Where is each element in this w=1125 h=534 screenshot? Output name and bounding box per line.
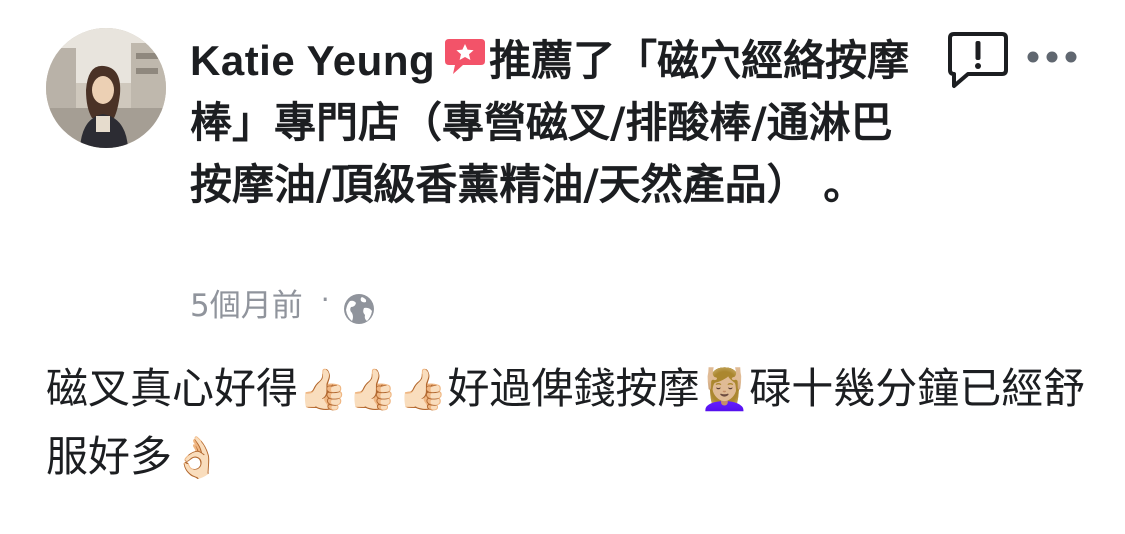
body-text-1: 磁叉真心好得: [46, 364, 299, 413]
review-post: Katie Yeung 推薦了「磁穴經絡按摩棒」專門店（專營磁叉/排酸棒/通淋巴…: [0, 0, 1125, 534]
avatar[interactable]: [46, 28, 166, 148]
post-header: Katie Yeung 推薦了「磁穴經絡按摩棒」專門店（專營磁叉/排酸棒/通淋巴…: [190, 30, 910, 216]
post-body: 磁叉真心好得👍🏻👍🏻👍🏻好過俾錢按摩💆🏼‍♀️碌十幾分鐘已經舒服好多👌🏻: [46, 355, 1086, 491]
recommend-badge-icon: [443, 32, 487, 74]
post-meta: 5個月前 ·: [190, 283, 376, 326]
massage-icon: 💆🏼‍♀️: [699, 367, 750, 413]
report-icon[interactable]: [946, 30, 1010, 90]
globe-icon[interactable]: [342, 292, 376, 326]
author-name[interactable]: Katie Yeung: [190, 37, 435, 84]
ok-hand-icon: 👌🏻: [172, 435, 222, 481]
thumbs-up-icon: 👍🏻👍🏻👍🏻: [298, 367, 448, 413]
more-icon[interactable]: [1024, 42, 1080, 72]
body-text-2: 好過俾錢按摩: [447, 364, 700, 413]
post-time[interactable]: 5個月前: [190, 286, 303, 326]
avatar-photo: [46, 28, 166, 148]
meta-separator: ·: [320, 283, 330, 316]
